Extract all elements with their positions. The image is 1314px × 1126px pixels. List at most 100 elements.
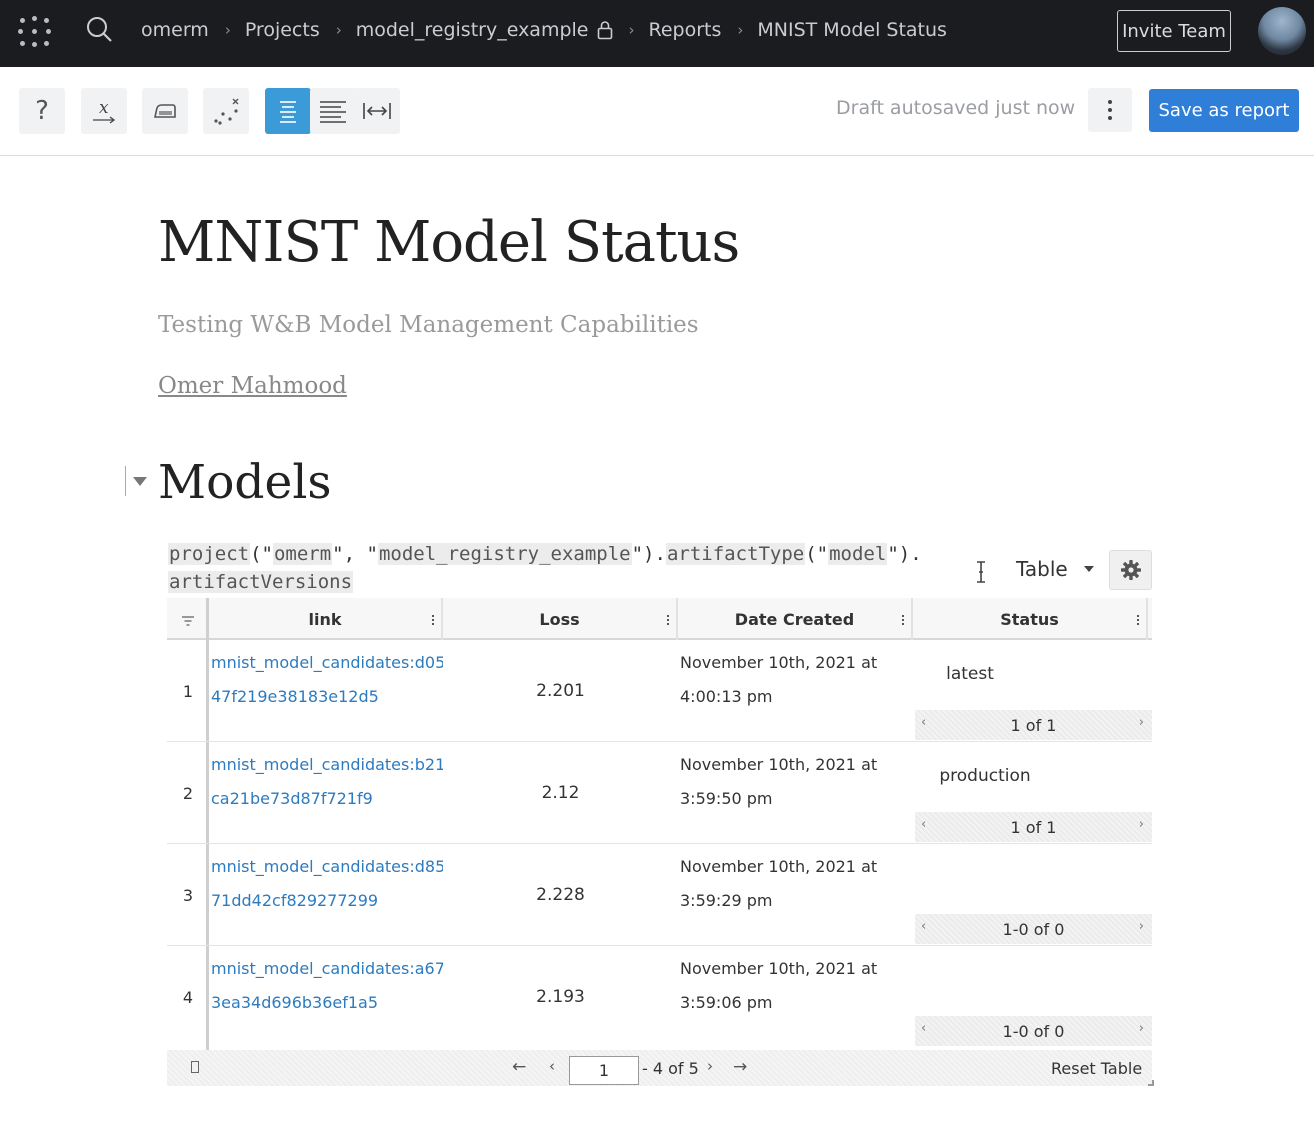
svg-text:x: x: [99, 98, 109, 118]
pager-label: 1-0 of 0: [1002, 919, 1065, 939]
align-left-icon: [320, 101, 346, 123]
loss-value: 2.12: [541, 783, 580, 803]
artifact-link[interactable]: mnist_model_candidates:d05 47f219e38183e…: [211, 646, 443, 714]
report-subtitle[interactable]: Testing W&B Model Management Capabilitie…: [158, 312, 699, 338]
panel-grid-button[interactable]: [142, 88, 188, 134]
filter-icon[interactable]: [181, 616, 195, 626]
breadcrumb-current: MNIST Model Status: [757, 19, 947, 41]
artifact-link-line[interactable]: mnist_model_candidates:d05: [211, 646, 443, 680]
width-readable-button[interactable]: [265, 88, 311, 134]
query-arg: model: [828, 543, 888, 565]
artifact-link-line[interactable]: ca21be73d87f721f9: [211, 782, 443, 816]
chevron-right-icon[interactable]: ›: [1139, 1021, 1144, 1036]
artifact-link-line[interactable]: mnist_model_candidates:b21: [211, 748, 443, 782]
caret-down-icon[interactable]: [1084, 566, 1094, 572]
section-drag-handle[interactable]: [125, 466, 126, 496]
chevron-right-icon: ›: [224, 21, 231, 39]
column-header-label: Loss: [539, 609, 580, 629]
pager-label: 1 of 1: [1010, 715, 1057, 735]
invite-team-button[interactable]: Invite Team: [1117, 10, 1231, 52]
date-line: November 10th, 2021 at: [680, 653, 878, 672]
artifact-link[interactable]: mnist_model_candidates:d85 71dd42cf82927…: [211, 850, 443, 918]
artifact-link-line[interactable]: mnist_model_candidates:d85: [211, 850, 443, 884]
table-row: 2 mnist_model_candidates:b21 ca21be73d87…: [167, 742, 1152, 844]
query-punct: (": [805, 543, 829, 565]
weave-query-expression[interactable]: project("omerm", "model_registry_example…: [168, 540, 948, 596]
page-number-input[interactable]: [569, 1056, 639, 1085]
width-wide-button[interactable]: [310, 88, 356, 134]
chevron-left-icon[interactable]: ‹: [921, 817, 926, 832]
query-op: artifactType: [665, 543, 806, 565]
column-menu-icon[interactable]: [902, 615, 905, 625]
prev-page-chevron-icon[interactable]: ‹: [549, 1057, 555, 1075]
query-arg: model_registry_example: [377, 543, 632, 565]
panel-resize-handle[interactable]: [1148, 1080, 1154, 1086]
chevron-left-icon[interactable]: ‹: [921, 919, 926, 934]
chevron-right-icon: ›: [737, 21, 744, 39]
status-pager: ‹ 1-0 of 0 ›: [915, 914, 1152, 944]
artifact-link-line[interactable]: 47f219e38183e12d5: [211, 680, 443, 714]
query-punct: ", ": [332, 543, 378, 565]
artifact-link[interactable]: mnist_model_candidates:a67 3ea34d696b36e…: [211, 952, 443, 1020]
formula-icon: x: [93, 98, 116, 124]
scatter-plot-button[interactable]: [203, 88, 249, 134]
section-heading[interactable]: Models: [158, 455, 331, 510]
text-cursor-icon: [977, 561, 985, 583]
table-row: 3 mnist_model_candidates:d85 71dd42cf829…: [167, 844, 1152, 946]
table-header-index[interactable]: [167, 598, 209, 640]
breadcrumb-project[interactable]: model_registry_example: [356, 19, 589, 41]
artifact-link[interactable]: mnist_model_candidates:b21 ca21be73d87f7…: [211, 748, 443, 816]
gear-icon: [1120, 560, 1141, 580]
apps-grid-icon[interactable]: [16, 14, 54, 52]
breadcrumb-reports[interactable]: Reports: [649, 19, 722, 41]
collapse-triangle-icon[interactable]: [133, 477, 147, 486]
reset-table-button[interactable]: Reset Table: [1051, 1059, 1142, 1078]
pager-label: 1-0 of 0: [1002, 1021, 1065, 1041]
date-created: November 10th, 2021 at 3:59:06 pm: [680, 952, 913, 1020]
loss-value: 2.228: [536, 885, 585, 905]
help-button[interactable]: ?: [19, 88, 65, 134]
last-page-arrow-icon[interactable]: →: [733, 1057, 747, 1077]
query-punct: ").: [631, 543, 666, 565]
column-menu-icon[interactable]: [667, 615, 670, 625]
first-page-arrow-icon[interactable]: ←: [512, 1057, 526, 1077]
next-page-chevron-icon[interactable]: ›: [707, 1057, 713, 1075]
width-full-button[interactable]: [354, 88, 400, 134]
breadcrumb-user[interactable]: omerm: [141, 19, 209, 41]
date-created: November 10th, 2021 at 3:59:50 pm: [680, 748, 913, 816]
panel-settings-button[interactable]: [1109, 550, 1152, 590]
report-author-link[interactable]: Omer Mahmood: [158, 373, 347, 399]
artifact-link-line[interactable]: 71dd42cf829277299: [211, 884, 443, 918]
artifact-link-line[interactable]: 3ea34d696b36ef1a5: [211, 986, 443, 1020]
avatar[interactable]: [1258, 7, 1306, 55]
query-punct: (": [250, 543, 273, 565]
panel-type-select[interactable]: Table: [1016, 557, 1068, 581]
chevron-right-icon[interactable]: ›: [1139, 919, 1144, 934]
row-index: 3: [182, 885, 194, 905]
column-header-link[interactable]: link: [209, 598, 443, 640]
chevron-right-icon[interactable]: ›: [1139, 715, 1144, 730]
save-as-report-button[interactable]: Save as report: [1149, 89, 1299, 132]
status-pager: ‹ 1 of 1 ›: [915, 710, 1152, 740]
chevron-left-icon[interactable]: ‹: [921, 1021, 926, 1036]
column-header-status[interactable]: Status: [913, 598, 1148, 640]
chevron-right-icon: ›: [628, 21, 635, 39]
loss-value: 2.193: [536, 987, 585, 1007]
chevron-right-icon[interactable]: ›: [1139, 817, 1144, 832]
report-title[interactable]: MNIST Model Status: [158, 210, 740, 275]
insert-formula-button[interactable]: x: [81, 88, 127, 134]
iron-icon: [154, 104, 176, 118]
breadcrumb-projects[interactable]: Projects: [245, 19, 320, 41]
query-op: artifactVersions: [168, 571, 354, 593]
column-menu-icon[interactable]: [1137, 615, 1140, 625]
column-header-loss[interactable]: Loss: [443, 598, 678, 640]
chevron-left-icon[interactable]: ‹: [921, 715, 926, 730]
column-header-date-created[interactable]: Date Created: [678, 598, 913, 640]
search-icon[interactable]: [84, 15, 114, 45]
artifact-link-line[interactable]: mnist_model_candidates:a67: [211, 952, 443, 986]
more-options-button[interactable]: [1088, 88, 1132, 132]
column-menu-icon[interactable]: [432, 615, 435, 625]
column-toggle-icon[interactable]: [191, 1061, 199, 1073]
date-line: 3:59:29 pm: [680, 891, 773, 910]
table-row: 1 mnist_model_candidates:d05 47f219e3818…: [167, 640, 1152, 742]
